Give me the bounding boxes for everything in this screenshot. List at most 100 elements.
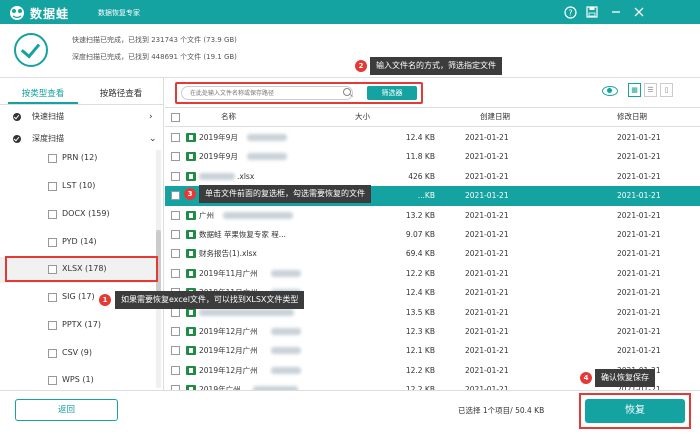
file-name: 数据蛙 苹果恢复专家 程... bbox=[199, 230, 286, 239]
file-name: .xlsx bbox=[237, 171, 255, 181]
created-date: 2021-01-21 bbox=[465, 230, 509, 239]
svg-text:?: ? bbox=[568, 8, 572, 17]
created-date: 2021-01-21 bbox=[465, 191, 509, 201]
toolbar: 筛选器 ▦ ☰ ▯ bbox=[165, 78, 700, 106]
app-subtitle: 数据恢复专家 bbox=[98, 9, 140, 17]
table-row[interactable]: 2019年11月广州 12.2 KB 2021-01-21 2021-01-21 bbox=[165, 264, 700, 283]
tab-by-path[interactable]: 按路径查看 bbox=[86, 84, 156, 104]
table-header: 名称 大小 创建日期 修改日期 bbox=[165, 107, 700, 127]
close-icon[interactable] bbox=[632, 5, 646, 19]
selected-info: 已选择 1个项目/ 50.4 KB bbox=[458, 406, 545, 415]
save-icon[interactable] bbox=[585, 5, 599, 19]
file-size: 12.2 KB bbox=[405, 365, 435, 375]
footer: 返回 已选择 1个项目/ 50.4 KB 恢复 bbox=[0, 390, 700, 437]
help-icon[interactable]: ? bbox=[563, 5, 577, 19]
table-row[interactable]: 数据蛙 苹果恢复专家 程... 9.07 KB 2021-01-21 2021-… bbox=[165, 225, 700, 244]
created-date: 2021-01-21 bbox=[465, 133, 509, 142]
row-checkbox[interactable] bbox=[171, 230, 180, 239]
sidebar: 按类型查看 按路径查看 快速扫描 › 深度扫描 ⌄ PRN (12) LST (… bbox=[0, 78, 164, 390]
modified-date: 2021-01-21 bbox=[617, 210, 661, 220]
tab-by-type[interactable]: 按类型查看 bbox=[8, 84, 78, 104]
created-date: 2021-01-21 bbox=[465, 385, 509, 390]
modified-date: 2021-01-21 bbox=[617, 230, 661, 239]
detail-view-icon[interactable]: ▯ bbox=[660, 83, 673, 97]
tree-quick-scan[interactable]: 快速扫描 › bbox=[0, 106, 163, 128]
excel-file-icon bbox=[186, 249, 196, 259]
type-label: DOCX (159) bbox=[62, 209, 110, 218]
type-item-csv[interactable]: CSV (9) bbox=[0, 341, 160, 367]
callout-1: 如果需要恢复excel文件，可以找到XLSX文件类型 bbox=[115, 291, 305, 309]
excel-file-icon bbox=[186, 152, 196, 162]
back-button[interactable]: 返回 bbox=[15, 399, 118, 421]
recover-button[interactable]: 恢复 bbox=[585, 399, 685, 423]
checkbox[interactable] bbox=[48, 321, 57, 330]
checkbox[interactable] bbox=[48, 376, 57, 385]
file-name: 2019年9月 bbox=[199, 133, 238, 142]
column-size[interactable]: 大小 bbox=[355, 108, 370, 126]
row-checkbox[interactable] bbox=[171, 268, 180, 278]
modified-date: 2021-01-21 bbox=[617, 191, 661, 201]
row-checkbox[interactable] bbox=[171, 210, 180, 220]
checkbox[interactable] bbox=[48, 238, 57, 247]
column-name[interactable]: 名称 bbox=[221, 108, 236, 126]
blurred-text bbox=[271, 366, 301, 374]
callout-4: 确认恢复保存 bbox=[595, 369, 655, 387]
row-checkbox[interactable] bbox=[171, 152, 180, 162]
row-checkbox[interactable] bbox=[171, 133, 180, 142]
callout-2: 输入文件名的方式，筛选指定文件 bbox=[370, 57, 502, 75]
row-checkbox[interactable] bbox=[171, 171, 180, 181]
table-row[interactable]: 2019年12月广州 12.1 KB 2021-01-21 2021-01-21 bbox=[165, 341, 700, 360]
grid-view-icon[interactable]: ▦ bbox=[628, 83, 641, 97]
table-row[interactable]: 2019年12月广州 12.3 KB 2021-01-21 2021-01-21 bbox=[165, 322, 700, 341]
preview-eye-icon[interactable] bbox=[602, 86, 618, 96]
excel-file-icon bbox=[186, 365, 196, 375]
table-row[interactable]: 财务报告(1).xlsx 69.4 KB 2021-01-21 2021-01-… bbox=[165, 244, 700, 263]
blurred-text bbox=[271, 328, 301, 335]
created-date: 2021-01-21 bbox=[465, 249, 509, 259]
callout-badge-3: 3 bbox=[184, 188, 196, 200]
table-row[interactable]: 2019年9月 12.4 KB 2021-01-21 2021-01-21 bbox=[165, 128, 700, 147]
blurred-text bbox=[199, 172, 235, 180]
type-label: WPS (1) bbox=[62, 375, 94, 384]
row-checkbox[interactable] bbox=[171, 327, 180, 336]
file-size: 12.3 KB bbox=[405, 327, 435, 336]
checkbox[interactable] bbox=[48, 154, 57, 163]
created-date: 2021-01-21 bbox=[465, 365, 509, 375]
type-item-pyd[interactable]: PYD (14) bbox=[0, 230, 160, 256]
created-date: 2021-01-21 bbox=[465, 152, 509, 162]
filter-button[interactable]: 筛选器 bbox=[367, 86, 417, 100]
checkbox[interactable] bbox=[48, 210, 57, 219]
type-item-lst[interactable]: LST (10) bbox=[0, 174, 160, 200]
xlsx-highlight bbox=[5, 256, 158, 282]
checkbox[interactable] bbox=[48, 293, 57, 302]
list-view-icon[interactable]: ☰ bbox=[644, 83, 657, 97]
search-input[interactable] bbox=[181, 86, 353, 100]
file-name: 2019年11月广州 bbox=[199, 268, 258, 278]
blurred-text bbox=[271, 347, 301, 355]
row-checkbox[interactable] bbox=[171, 365, 180, 375]
column-modified[interactable]: 修改日期 bbox=[617, 108, 647, 126]
type-item-pptx[interactable]: PPTX (17) bbox=[0, 313, 160, 339]
checkbox[interactable] bbox=[48, 349, 57, 358]
select-all-checkbox[interactable] bbox=[171, 113, 180, 122]
search-icon[interactable] bbox=[343, 88, 351, 96]
table-row[interactable]: 广州 13.2 KB 2021-01-21 2021-01-21 bbox=[165, 206, 700, 225]
column-created[interactable]: 创建日期 bbox=[480, 108, 510, 126]
type-item-docx[interactable]: DOCX (159) bbox=[0, 202, 160, 228]
checked-icon bbox=[13, 135, 21, 143]
checkbox[interactable] bbox=[48, 182, 57, 191]
modified-date: 2021-01-21 bbox=[617, 171, 661, 181]
tree-label: 快速扫描 bbox=[32, 112, 64, 121]
created-date: 2021-01-21 bbox=[465, 307, 509, 317]
row-checkbox[interactable] bbox=[171, 346, 180, 356]
file-name: 2019年12月广州 bbox=[199, 346, 258, 356]
type-label: LST (10) bbox=[62, 181, 96, 190]
chevron-right-icon[interactable]: › bbox=[149, 106, 153, 128]
quick-scan-result: 快速扫描已完成，已找到 231743 个文件 (73.9 GB) bbox=[72, 36, 237, 44]
type-item-prn[interactable]: PRN (12) bbox=[0, 146, 160, 172]
row-checkbox[interactable] bbox=[171, 249, 180, 259]
table-row[interactable]: 2019年9月 11.8 KB 2021-01-21 2021-01-21 bbox=[165, 147, 700, 166]
minimize-icon[interactable] bbox=[609, 5, 623, 19]
table-row[interactable]: .xlsx 426 KB 2021-01-21 2021-01-21 bbox=[165, 167, 700, 186]
row-checkbox[interactable] bbox=[171, 191, 180, 201]
